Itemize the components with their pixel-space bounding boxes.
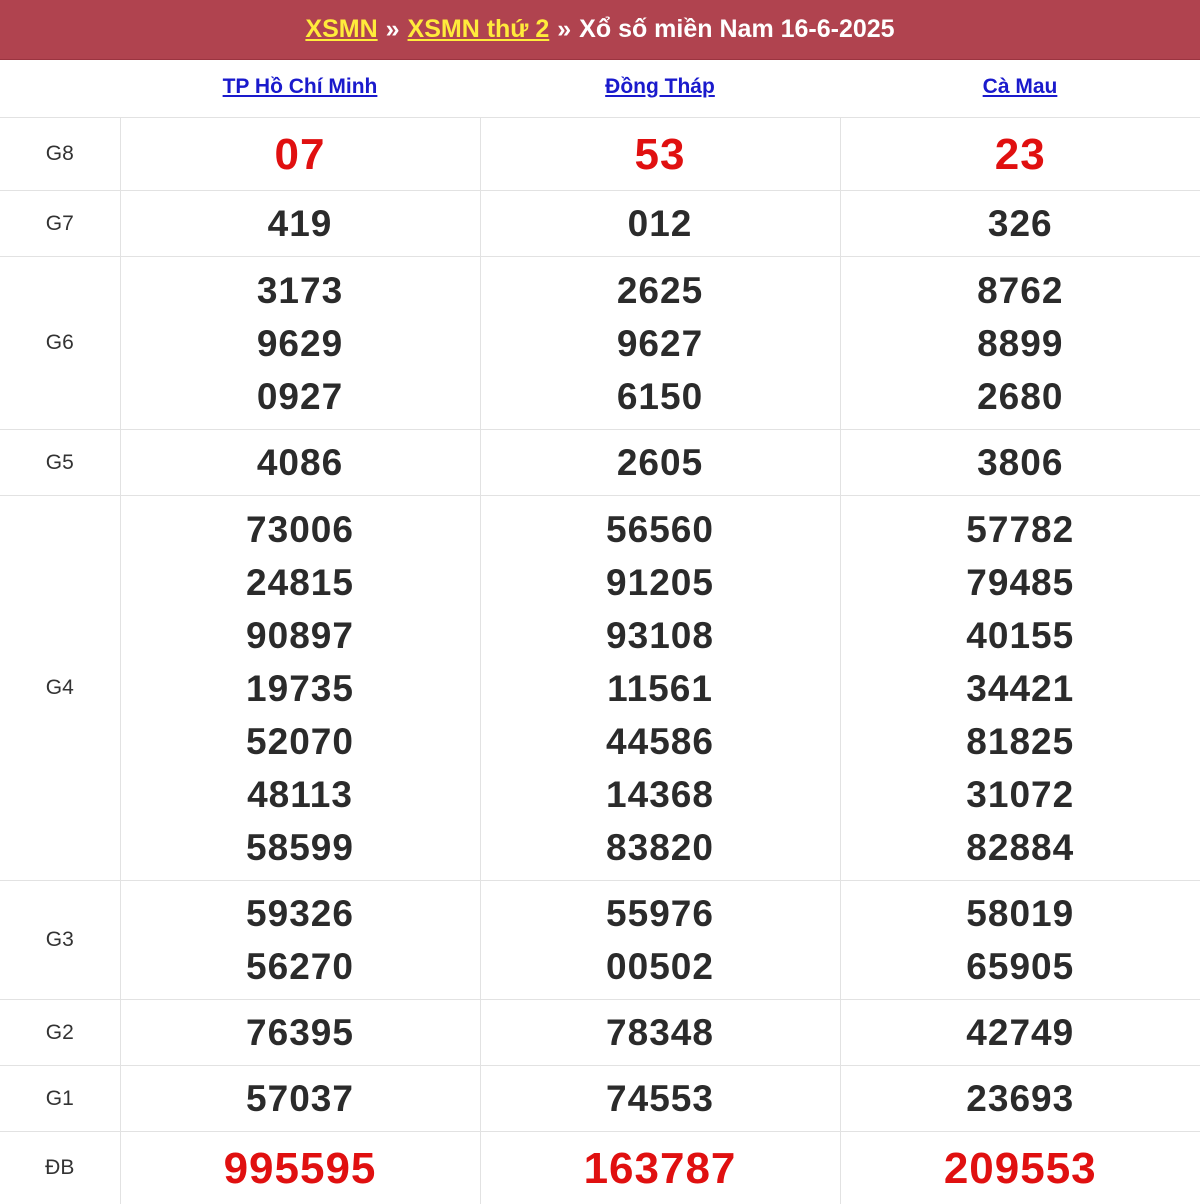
result-number: 79485 (966, 561, 1075, 603)
province-header-cell: Cà Mau (840, 60, 1200, 118)
result-number: 3173 (256, 269, 344, 311)
result-number: 56560 (606, 508, 714, 550)
lottery-results-table: TP Hồ Chí Minh Đồng Tháp Cà Mau G8 07 53… (0, 60, 1200, 1204)
prize-row-g4: G4 73006 24815 90897 19735 52070 48113 5… (0, 495, 1200, 881)
result-number: 0927 (256, 375, 344, 417)
prize-row-g6: G6 3173 9629 0927 2625 9627 6150 8762 88… (0, 256, 1200, 430)
result-number: 48113 (247, 773, 353, 815)
result-number: 56270 (246, 946, 354, 987)
prize-row-g8: G8 07 53 23 (0, 117, 1200, 191)
result-number: 07 (274, 129, 326, 179)
result-number: 57782 (966, 508, 1075, 550)
breadcrumb-xsmn-link[interactable]: XSMN (305, 15, 377, 44)
result-number: 91205 (606, 561, 714, 603)
result-number: 65905 (966, 946, 1075, 987)
result-number: 2605 (616, 442, 704, 483)
result-number: 9629 (256, 322, 344, 364)
result-number: 31072 (966, 773, 1075, 815)
prize-row-g7: G7 419 012 326 (0, 190, 1200, 257)
province-link-ca-mau[interactable]: Cà Mau (983, 75, 1058, 98)
prize-label: G2 (0, 999, 121, 1066)
prize-header-cell (0, 60, 120, 118)
prize-label: G1 (0, 1065, 121, 1132)
prize-row-g3: G3 59326 56270 55976 00502 58019 65905 (0, 880, 1200, 1000)
prize-row-g1: G1 57037 74553 23693 (0, 1065, 1200, 1132)
result-number: 58599 (246, 826, 354, 868)
breadcrumb-separator: » (557, 15, 572, 43)
result-number: 57037 (246, 1078, 354, 1119)
prize-row-g5: G5 4086 2605 3806 (0, 429, 1200, 496)
result-number: 11561 (607, 667, 713, 709)
prize-label: G7 (0, 190, 121, 257)
result-number: 2625 (616, 269, 704, 311)
result-number: 81825 (966, 720, 1075, 762)
prize-label: ĐB (0, 1131, 121, 1204)
result-number: 93108 (606, 614, 714, 656)
province-header-cell: Đồng Tháp (480, 60, 840, 118)
results-header: XSMN » XSMN thứ 2 » Xổ số miền Nam 16-6-… (0, 0, 1200, 60)
result-number: 24815 (246, 561, 354, 603)
result-number: 2680 (977, 375, 1064, 417)
result-number: 326 (987, 203, 1053, 244)
prize-row-special: ĐB 995595 163787 209553 (0, 1131, 1200, 1204)
result-number: 76395 (246, 1012, 354, 1053)
result-number: 58019 (966, 893, 1075, 934)
result-number: 8762 (977, 269, 1064, 311)
special-prize-number: 995595 (223, 1143, 377, 1193)
prize-label: G8 (0, 117, 121, 191)
result-number: 00502 (606, 946, 714, 987)
result-number: 6150 (616, 375, 704, 417)
result-number: 55976 (606, 893, 714, 934)
breadcrumb-separator: » (385, 15, 400, 43)
result-number: 8899 (977, 322, 1064, 364)
result-number: 83820 (606, 826, 714, 868)
result-number: 14368 (606, 773, 714, 815)
result-number: 3806 (977, 442, 1064, 483)
result-number: 419 (267, 203, 333, 244)
result-number: 82884 (966, 826, 1075, 868)
province-header-cell: TP Hồ Chí Minh (120, 60, 480, 118)
prize-label: G5 (0, 429, 121, 496)
prize-row-g2: G2 76395 78348 42749 (0, 999, 1200, 1066)
result-number: 74553 (606, 1078, 714, 1119)
province-header-row: TP Hồ Chí Minh Đồng Tháp Cà Mau (0, 60, 1200, 118)
result-number: 78348 (606, 1012, 714, 1053)
result-number: 59326 (246, 893, 354, 934)
result-number: 9627 (616, 322, 704, 364)
result-number: 012 (627, 203, 693, 244)
prize-label: G6 (0, 256, 121, 430)
result-number: 19735 (246, 667, 354, 709)
province-link-hcm[interactable]: TP Hồ Chí Minh (223, 75, 378, 98)
result-number: 53 (634, 129, 686, 179)
special-prize-number: 163787 (583, 1143, 737, 1193)
province-link-dong-thap[interactable]: Đồng Tháp (605, 75, 715, 98)
result-number: 90897 (246, 614, 354, 656)
result-number: 73006 (246, 508, 354, 550)
result-number: 44586 (606, 720, 714, 762)
result-number: 40155 (966, 614, 1075, 656)
result-number: 34421 (966, 667, 1075, 709)
result-number: 4086 (256, 442, 344, 483)
result-number: 52070 (246, 720, 354, 762)
result-number: 23 (994, 129, 1046, 179)
result-number: 23693 (966, 1078, 1075, 1119)
breadcrumb-xsmn-monday-link[interactable]: XSMN thứ 2 (408, 15, 550, 44)
page-title: Xổ số miền Nam 16-6-2025 (579, 15, 895, 43)
special-prize-number: 209553 (943, 1143, 1097, 1193)
result-number: 42749 (966, 1012, 1075, 1053)
prize-label: G3 (0, 880, 121, 1000)
prize-label: G4 (0, 495, 121, 881)
